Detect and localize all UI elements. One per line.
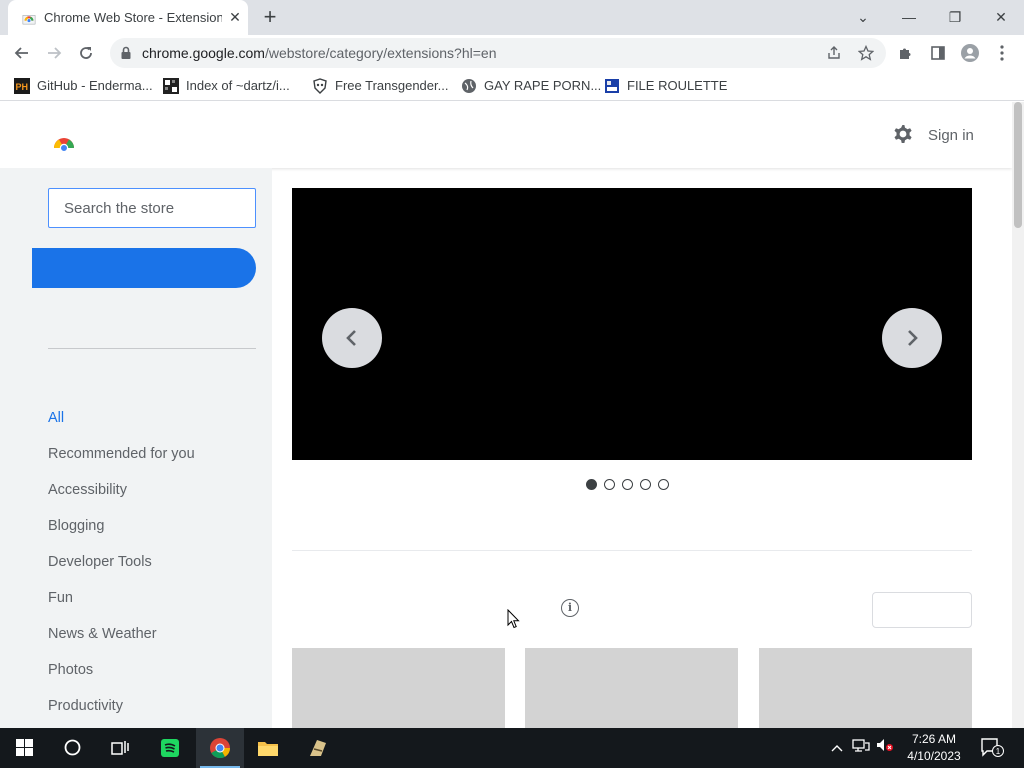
extension-tile-placeholder[interactable] [759,648,972,728]
bookmark-free-transgender[interactable]: Free Transgender... [312,76,448,96]
ph-icon: PH [14,77,30,94]
clock-time: 7:26 AM [911,732,957,746]
search-store-input[interactable] [48,188,256,228]
forward-icon[interactable] [42,41,66,65]
category-accessibility[interactable]: Accessibility [48,482,127,498]
chrome-web-store-logo[interactable] [50,124,78,152]
scrollbar-thumb[interactable] [1014,102,1022,228]
tab-chrome-web-store[interactable]: Chrome Web Store - Extensions ✕ [8,0,248,35]
lock-icon[interactable] [118,45,134,61]
bookmark-index-dartz[interactable]: Index of ~dartz/i... [163,76,290,96]
more-menu-icon[interactable] [990,41,1014,65]
bookmark-label: GAY RAPE PORN... [484,78,602,93]
action-center-icon[interactable]: 1 [980,736,1004,760]
minimize-icon[interactable]: — [897,5,921,29]
carousel-next-button[interactable] [882,308,942,368]
spotify-icon[interactable] [146,728,194,768]
sign-in-link[interactable]: Sign in [928,127,974,144]
bookmark-star-icon[interactable] [854,41,878,65]
tab-search-icon[interactable]: ⌄ [851,5,875,29]
bookmark-file-roulette[interactable]: FILE ROULETTE [604,76,727,96]
extensions-puzzle-icon[interactable] [894,41,918,65]
bookmark-github[interactable]: PH GitHub - Enderma... [14,76,153,96]
profile-avatar-icon[interactable] [958,41,982,65]
tab-title: Chrome Web Store - Extensions [44,10,222,25]
windows-taskbar: 7:26 AM 4/10/2023 1 [0,728,1024,768]
category-sidebar: All Recommended for you Accessibility Bl… [0,168,272,728]
web-store-page: Sign in All Recommended for you Accessib… [0,102,1012,728]
info-icon[interactable]: i [561,599,579,617]
carousel-prev-button[interactable] [322,308,382,368]
category-developer-tools[interactable]: Developer Tools [48,554,152,570]
mask-icon [313,77,327,94]
carousel-dot-4[interactable] [640,479,651,490]
notification-count: 1 [996,747,1001,756]
carousel-dot-3[interactable] [622,479,633,490]
url-host: chrome.google.com [142,45,265,61]
taskbar-clock[interactable]: 7:26 AM 4/10/2023 [898,731,970,765]
featured-carousel[interactable] [292,188,972,460]
mouse-cursor-icon [507,609,520,629]
category-recommended[interactable]: Recommended for you [48,446,195,462]
sidebar-divider [48,348,256,349]
file-icon [605,78,619,93]
settings-gear-icon[interactable] [890,122,916,148]
volume-muted-icon[interactable] [876,738,894,758]
close-tab-icon[interactable]: ✕ [226,8,244,26]
bookmark-label: FILE ROULETTE [627,78,728,93]
side-panel-icon[interactable] [926,41,950,65]
file-explorer-icon[interactable] [244,728,292,768]
carousel-dot-2[interactable] [604,479,615,490]
category-news-weather[interactable]: News & Weather [48,626,157,642]
category-productivity[interactable]: Productivity [48,698,123,714]
carousel-dot-1[interactable] [586,479,597,490]
extension-tile-placeholder[interactable] [292,648,505,728]
chrome-taskbar-icon[interactable] [196,728,244,768]
category-blogging[interactable]: Blogging [48,518,104,534]
tab-strip: Chrome Web Store - Extensions ✕ + ⌄ — ❐ … [0,0,1024,35]
bookmark-gay-porn[interactable]: GAY RAPE PORN... [461,76,601,96]
sort-dropdown[interactable] [872,592,972,628]
cortana-search-icon[interactable] [48,728,96,768]
carousel-dot-5[interactable] [658,479,669,490]
grid-icon [163,77,179,94]
restore-icon[interactable]: ❐ [943,5,967,29]
content-divider [292,550,972,551]
chrome-web-store-icon [22,15,36,25]
new-tab-button[interactable]: + [258,5,282,29]
task-view-icon[interactable] [96,728,144,768]
page-scrollbar[interactable] [1012,102,1024,728]
show-hidden-icons-icon[interactable] [831,738,843,758]
app-taskbar-icon[interactable] [294,728,342,768]
bookmark-label: Free Transgender... [335,78,449,93]
close-window-icon[interactable]: ✕ [989,5,1013,29]
extension-tile-placeholder[interactable] [525,648,738,728]
bookmark-label: Index of ~dartz/i... [186,78,290,93]
extensions-nav-button[interactable] [32,248,256,288]
url-text: chrome.google.com/webstore/category/exte… [142,45,497,61]
share-icon[interactable] [822,41,846,65]
reload-icon[interactable] [74,41,98,65]
address-bar[interactable]: chrome.google.com/webstore/category/exte… [110,38,886,68]
network-icon[interactable] [852,738,870,758]
browser-toolbar: chrome.google.com/webstore/category/exte… [0,35,1024,71]
windows-start-icon[interactable] [0,728,48,768]
url-path: /webstore/category/extensions?hl=en [264,45,497,61]
store-header: Sign in [0,102,1012,168]
globe-icon [462,78,476,93]
category-all[interactable]: All [48,410,64,426]
bookmarks-bar: PH GitHub - Enderma... Index of ~dartz/i.… [0,71,1024,101]
category-photos[interactable]: Photos [48,662,93,678]
category-fun[interactable]: Fun [48,590,73,606]
back-icon[interactable] [10,41,34,65]
clock-date: 4/10/2023 [907,749,961,763]
svg-text:PH: PH [16,82,29,92]
bookmark-label: GitHub - Enderma... [37,78,153,93]
